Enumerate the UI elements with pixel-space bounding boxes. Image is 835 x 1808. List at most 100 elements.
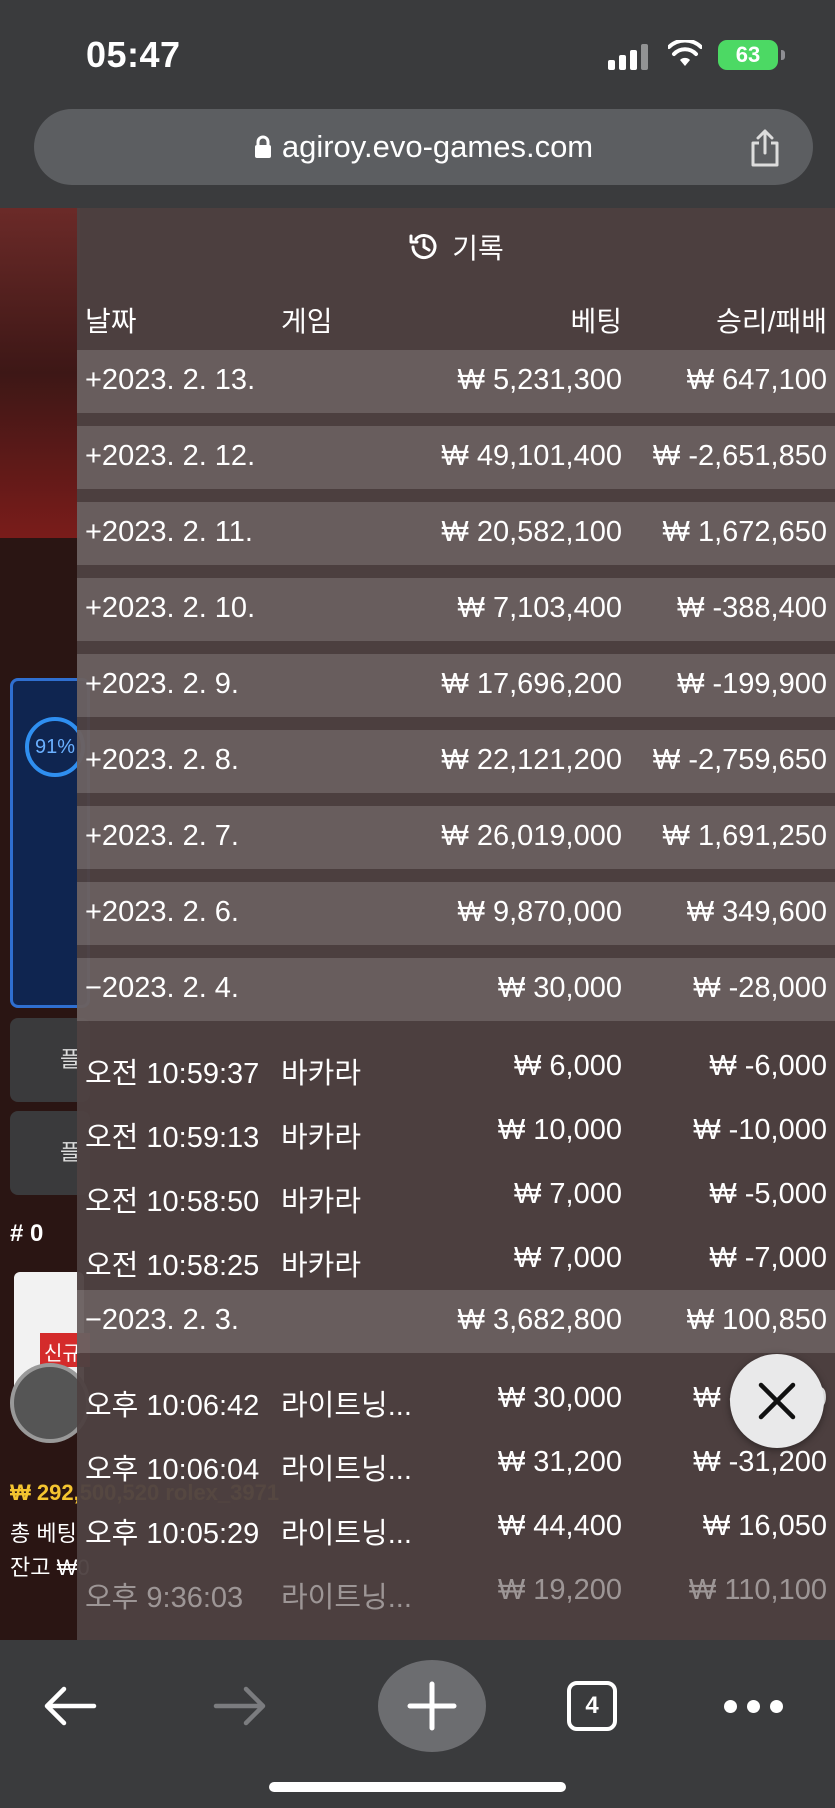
row-date: 오후 10:06:42: [85, 1390, 260, 1422]
row-game: 바카라: [281, 1186, 362, 1218]
row-game: 라이트닝...: [281, 1390, 412, 1422]
tabs-button[interactable]: 4: [556, 1664, 628, 1748]
history-detail-row[interactable]: 오후 9:36:03 라이트닝... ₩ 19,200 ₩ 110,100: [77, 1558, 835, 1622]
row-winloss: ₩ -10,000: [693, 1114, 827, 1146]
row-bet: ₩ 19,200: [497, 1574, 622, 1606]
history-day-row[interactable]: +2023. 2. 12. ₩ 49,101,400 ₩ -2,651,850: [77, 426, 835, 489]
cellular-signal-icon: [608, 44, 648, 70]
history-detail-row[interactable]: 오후 10:06:42라이트닝...₩ 30,000₩ -30,000: [77, 1366, 835, 1430]
column-game: 게임: [281, 306, 333, 337]
battery-level: 63: [735, 42, 761, 67]
row-winloss: ₩ -2,651,850: [652, 440, 827, 472]
row-bet: ₩ 10,000: [497, 1114, 622, 1146]
more-dot-icon: [769, 1699, 783, 1713]
row-winloss: ₩ -28,000: [693, 972, 827, 1004]
row-date: +2023. 2. 8.: [85, 744, 239, 776]
lock-icon: [254, 135, 271, 158]
browser-toolbar: 4: [0, 1640, 835, 1808]
history-title: 기록: [452, 233, 504, 264]
arrow-right-icon: [213, 1686, 266, 1726]
row-winloss: ₩ 16,050: [702, 1510, 827, 1542]
row-winloss: ₩ -2,759,650: [652, 744, 827, 776]
row-game: 라이트닝...: [281, 1518, 412, 1550]
forward-button[interactable]: [200, 1664, 280, 1748]
row-date: +2023. 2. 10.: [85, 592, 256, 624]
history-clock-icon: [409, 234, 437, 260]
address-bar[interactable]: agiroy.evo-games.com: [34, 109, 813, 185]
history-day-row[interactable]: +2023. 2. 10. ₩ 7,103,400 ₩ -388,400: [77, 578, 835, 641]
row-winloss: ₩ -5,000: [709, 1178, 827, 1210]
history-detail-row[interactable]: 오전 10:58:25 바카라 ₩ 7,000 ₩ -7,000: [77, 1226, 835, 1290]
history-detail-row[interactable]: 오후 10:05:29 라이트닝... ₩ 44,400 ₩ 16,050: [77, 1494, 835, 1558]
history-day-row[interactable]: +2023. 2. 11. ₩ 20,582,100 ₩ 1,672,650: [77, 502, 835, 565]
row-winloss: ₩ 110,100: [688, 1574, 827, 1606]
more-dot-icon: [746, 1699, 760, 1713]
history-detail-row[interactable]: 오후 10:06:04 라이트닝... ₩ 31,200 ₩ -31,200: [77, 1430, 835, 1494]
row-date: 오전 10:58:25: [85, 1250, 260, 1282]
history-detail-row[interactable]: 오전 10:59:13 바카라 ₩ 10,000 ₩ -10,000: [77, 1098, 835, 1162]
row-date: 오후 10:06:04: [85, 1454, 260, 1486]
share-icon[interactable]: [749, 129, 781, 167]
row-date: 오후 10:05:29: [85, 1518, 260, 1550]
new-tab-button[interactable]: [378, 1660, 486, 1752]
row-bet: ₩ 30,000: [497, 972, 622, 1004]
row-date: +2023. 2. 13.: [85, 364, 256, 396]
history-day-row[interactable]: −2023. 2. 3. ₩ 3,682,800 ₩ 100,850: [77, 1290, 835, 1353]
row-winloss: ₩ -6,000: [709, 1050, 827, 1082]
row-game: 라이트닝...: [281, 1582, 412, 1614]
history-detail-row[interactable]: 오전 10:58:50 바카라 ₩ 7,000 ₩ -5,000: [77, 1162, 835, 1226]
back-button[interactable]: [30, 1664, 110, 1748]
close-icon: [758, 1382, 796, 1420]
row-winloss: ₩ 349,600: [686, 896, 827, 928]
wifi-icon: [668, 40, 702, 66]
row-game: 라이트닝...: [281, 1454, 412, 1486]
status-time: 05:47: [86, 34, 181, 75]
row-bet: ₩ 20,582,100: [441, 516, 622, 548]
more-button[interactable]: [708, 1664, 798, 1748]
row-date: 오후 9:36:03: [85, 1582, 244, 1614]
browser-top-chrome: 05:47 63 agiroy.evo-games.com: [0, 0, 835, 208]
row-bet: ₩ 6,000: [514, 1050, 622, 1082]
column-bet: 베팅: [570, 306, 622, 337]
row-bet: ₩ 9,870,000: [457, 896, 622, 928]
history-day-row[interactable]: +2023. 2. 13. ₩ 5,231,300 ₩ 647,100: [77, 350, 835, 413]
row-date: −2023. 2. 3.: [85, 1304, 239, 1336]
row-winloss: ₩ 1,672,650: [662, 516, 827, 548]
row-bet: ₩ 22,121,200: [441, 744, 622, 776]
row-game: 바카라: [281, 1250, 362, 1282]
row-bet: ₩ 5,231,300: [457, 364, 622, 396]
count-label: # 0: [10, 1220, 44, 1247]
close-button[interactable]: [730, 1354, 824, 1448]
arrow-left-icon: [44, 1686, 97, 1726]
row-bet: ₩ 30,000: [497, 1382, 622, 1414]
battery-indicator: 63: [718, 40, 785, 70]
row-winloss: ₩ -31,200: [693, 1446, 827, 1478]
row-bet: ₩ 7,103,400: [457, 592, 622, 624]
history-day-row[interactable]: +2023. 2. 8. ₩ 22,121,200 ₩ -2,759,650: [77, 730, 835, 793]
row-date: −2023. 2. 4.: [85, 972, 239, 1004]
row-bet: ₩ 17,696,200: [441, 668, 622, 700]
row-bet: ₩ 31,200: [497, 1446, 622, 1478]
row-bet: ₩ 26,019,000: [441, 820, 622, 852]
tab-count: 4: [567, 1681, 617, 1731]
plus-icon: [407, 1681, 457, 1731]
more-dot-icon: [723, 1699, 737, 1713]
history-day-row[interactable]: +2023. 2. 7. ₩ 26,019,000 ₩ 1,691,250: [77, 806, 835, 869]
row-date: +2023. 2. 9.: [85, 668, 239, 700]
history-detail-row[interactable]: 오전 10:59:37 바카라 ₩ 6,000 ₩ -6,000: [77, 1034, 835, 1098]
history-day-row[interactable]: +2023. 2. 6. ₩ 9,870,000 ₩ 349,600: [77, 882, 835, 945]
row-game: 바카라: [281, 1122, 362, 1154]
row-bet: ₩ 3,682,800: [457, 1304, 622, 1336]
row-bet: ₩ 49,101,400: [441, 440, 622, 472]
total-bet-line: 총 베팅: [10, 1521, 77, 1546]
row-bet: ₩ 44,400: [497, 1510, 622, 1542]
history-day-row[interactable]: −2023. 2. 4. ₩ 30,000 ₩ -28,000: [77, 958, 835, 1021]
row-date: +2023. 2. 7.: [85, 820, 239, 852]
row-bet: ₩ 7,000: [514, 1178, 622, 1210]
history-day-row[interactable]: +2023. 2. 9. ₩ 17,696,200 ₩ -199,900: [77, 654, 835, 717]
row-winloss: ₩ -388,400: [677, 592, 827, 624]
row-winloss: ₩ -7,000: [709, 1242, 827, 1274]
row-game: 바카라: [281, 1058, 362, 1090]
row-date: 오전 10:59:37: [85, 1058, 260, 1090]
percent-ring: 91%: [25, 717, 85, 777]
